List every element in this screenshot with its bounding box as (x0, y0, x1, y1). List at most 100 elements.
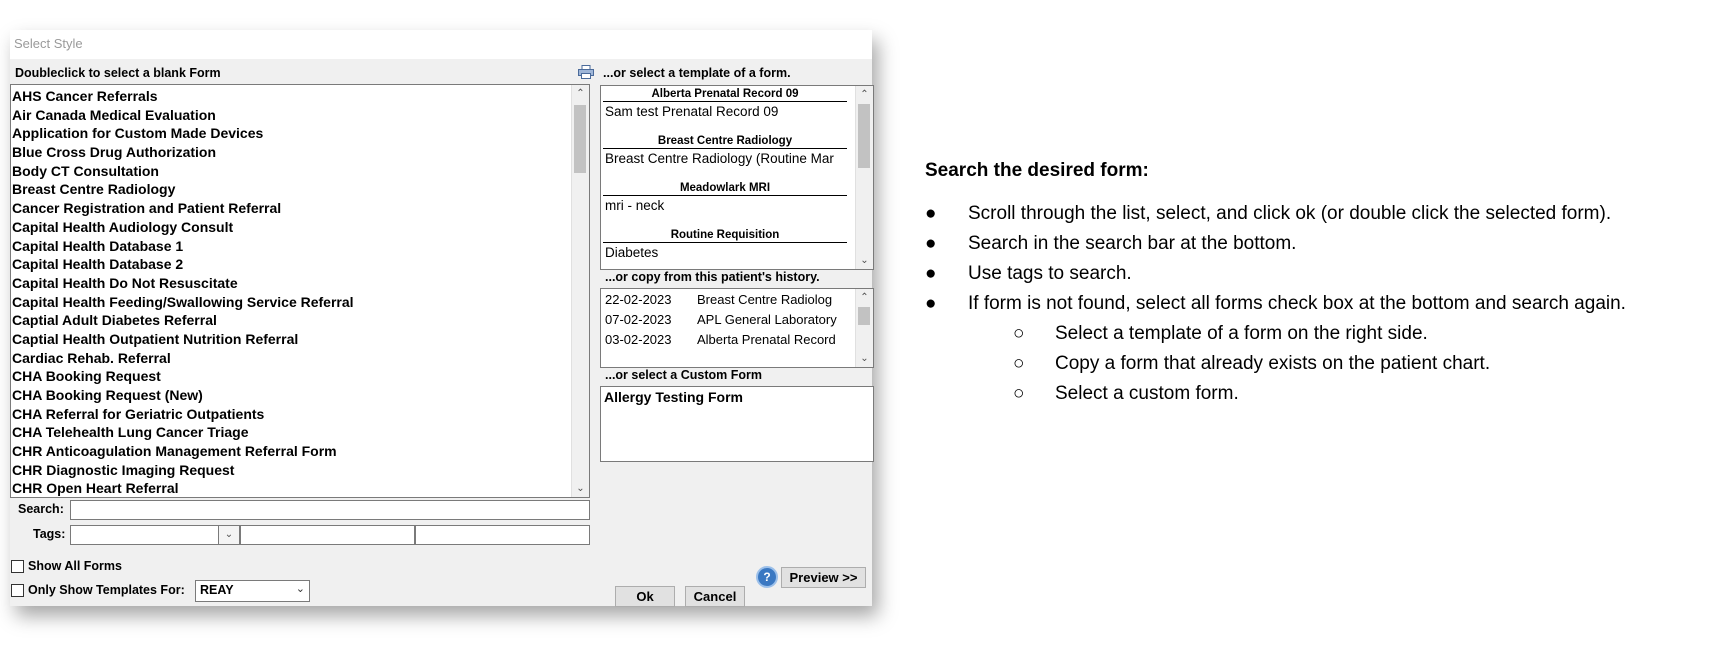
blank-form-list[interactable]: AHS Cancer Referrals Air Canada Medical E… (10, 84, 590, 498)
bullet-icon: ● (925, 233, 937, 254)
provider-select[interactable]: REAY ⌄ (195, 580, 310, 602)
tags-label: Tags: (33, 527, 66, 541)
scroll-up-icon[interactable]: ⌃ (856, 86, 873, 103)
history-list[interactable]: 22-02-2023 Breast Centre Radiolog 07-02-2… (600, 288, 874, 368)
help-icon[interactable]: ? (756, 566, 778, 588)
scroll-thumb[interactable] (858, 307, 870, 325)
form-list-item[interactable]: Capital Health Database 2 (12, 255, 354, 274)
template-item[interactable]: mri - neck (603, 196, 847, 216)
history-header: ...or copy from this patient's history. (605, 270, 820, 284)
cancel-button[interactable]: Cancel (685, 586, 745, 607)
form-list-item[interactable]: CHA Telehealth Lung Cancer Triage (12, 423, 354, 442)
form-list-item[interactable]: Capital Health Audiology Consult (12, 218, 354, 237)
form-list-item[interactable]: Blue Cross Drug Authorization (12, 143, 354, 162)
form-list-item[interactable]: CHR Open Heart Referral (12, 479, 354, 497)
preview-button[interactable]: Preview >> (781, 567, 866, 588)
form-list-item[interactable]: Air Canada Medical Evaluation (12, 106, 354, 125)
tags-combo[interactable]: ⌄ (70, 525, 240, 545)
form-list-item[interactable]: CHA Referral for Geriatric Outpatients (12, 405, 354, 424)
history-date: 22-02-2023 (605, 292, 672, 307)
search-label: Search: (18, 502, 64, 516)
scroll-up-icon[interactable]: ⌃ (572, 85, 589, 102)
instructions: Search the desired form: ● Scroll through… (925, 160, 1730, 409)
history-form: APL General Laboratory (697, 312, 837, 327)
history-row[interactable]: 07-02-2023 APL General Laboratory (605, 312, 837, 327)
form-list-item[interactable]: Capital Health Do Not Resuscitate (12, 274, 354, 293)
template-item[interactable]: Diabetes (603, 243, 847, 263)
custom-form-header: ...or select a Custom Form (605, 368, 762, 382)
instruction-text: If form is not found, select all forms c… (968, 293, 1626, 314)
circle-bullet-icon: ○ (1013, 353, 1025, 374)
history-row[interactable]: 22-02-2023 Breast Centre Radiolog (605, 292, 832, 307)
chevron-down-icon[interactable]: ⌄ (218, 526, 239, 544)
form-list-item[interactable]: AHS Cancer Referrals (12, 87, 354, 106)
bullet-icon: ● (925, 203, 937, 224)
form-list-item[interactable]: Captial Adult Diabetes Referral (12, 311, 354, 330)
scroll-down-icon[interactable]: ⌄ (856, 252, 873, 269)
scroll-up-icon[interactable]: ⌃ (856, 289, 873, 306)
bullet-icon: ● (925, 263, 937, 284)
chevron-down-icon[interactable]: ⌄ (296, 582, 305, 595)
template-group: Alberta Prenatal Record 09 Sam test Pren… (603, 87, 847, 122)
dialog-title: Select Style (14, 36, 83, 51)
tag-input-2[interactable] (240, 525, 415, 545)
form-list-item[interactable]: Capital Health Feeding/Swallowing Servic… (12, 293, 354, 312)
history-date: 07-02-2023 (605, 312, 672, 327)
form-list-item[interactable]: Breast Centre Radiology (12, 180, 354, 199)
template-group-name: Alberta Prenatal Record 09 (603, 87, 847, 102)
dialog-titlebar: Select Style (10, 30, 872, 59)
printer-icon[interactable] (578, 65, 594, 79)
search-input[interactable] (70, 500, 590, 520)
template-group: Breast Centre Radiology Breast Centre Ra… (603, 134, 847, 169)
instruction-text: Scroll through the list, select, and cli… (968, 203, 1612, 224)
instruction-bullet: ● Search in the search bar at the bottom. (925, 229, 1730, 259)
form-list-item[interactable]: CHA Booking Request (12, 367, 354, 386)
template-group: Routine Requisition Diabetes (603, 228, 847, 263)
only-show-templates-label: Only Show Templates For: (28, 583, 185, 597)
template-list[interactable]: Alberta Prenatal Record 09 Sam test Pren… (600, 85, 874, 270)
scroll-down-icon[interactable]: ⌄ (572, 480, 589, 497)
only-show-templates-checkbox[interactable] (11, 584, 24, 597)
tag-input-3[interactable] (415, 525, 590, 545)
show-all-forms-label: Show All Forms (28, 559, 122, 573)
bullet-icon: ● (925, 293, 937, 314)
form-list-item[interactable]: Cardiac Rehab. Referral (12, 349, 354, 368)
circle-bullet-icon: ○ (1013, 323, 1025, 344)
select-style-dialog: Select Style Doubleclick to select a bla… (10, 30, 874, 607)
form-list-item[interactable]: Captial Health Outpatient Nutrition Refe… (12, 330, 354, 349)
template-group-name: Meadowlark MRI (603, 181, 847, 196)
form-list-item[interactable]: Application for Custom Made Devices (12, 124, 354, 143)
form-list-item[interactable]: CHA Booking Request (New) (12, 386, 354, 405)
form-list-item[interactable]: Cancer Registration and Patient Referral (12, 199, 354, 218)
form-list-scrollbar[interactable]: ⌃ ⌄ (571, 85, 589, 497)
instruction-sub-text: Select a template of a form on the right… (1055, 323, 1428, 344)
history-date: 03-02-2023 (605, 332, 672, 347)
template-group-name: Routine Requisition (603, 228, 847, 243)
instructions-heading: Search the desired form: (925, 160, 1149, 181)
show-all-forms-checkbox[interactable] (11, 560, 24, 573)
template-header: ...or select a template of a form. (603, 66, 791, 80)
instruction-text: Use tags to search. (968, 263, 1132, 284)
form-list-item[interactable]: CHR Diagnostic Imaging Request (12, 461, 354, 480)
form-list-item[interactable]: Capital Health Database 1 (12, 237, 354, 256)
form-list-item[interactable]: Body CT Consultation (12, 162, 354, 181)
history-form: Breast Centre Radiolog (697, 292, 833, 307)
ok-button[interactable]: Ok (615, 586, 675, 607)
instruction-text: Search in the search bar at the bottom. (968, 233, 1297, 254)
history-row[interactable]: 03-02-2023 Alberta Prenatal Record (605, 332, 836, 347)
template-group: Meadowlark MRI mri - neck (603, 181, 847, 216)
template-list-scrollbar[interactable]: ⌃ ⌄ (855, 86, 873, 269)
instruction-sub-bullet: ○ Select a template of a form on the righ… (925, 319, 1730, 349)
scroll-down-icon[interactable]: ⌄ (856, 350, 873, 367)
instruction-bullet: ● Scroll through the list, select, and cl… (925, 199, 1730, 229)
instruction-sub-bullet: ○ Copy a form that already exists on the … (925, 349, 1730, 379)
scroll-thumb[interactable] (574, 105, 586, 173)
custom-form-list[interactable]: Allergy Testing Form (600, 386, 874, 462)
template-item[interactable]: Sam test Prenatal Record 09 (603, 102, 847, 122)
history-scrollbar[interactable]: ⌃ ⌄ (855, 289, 873, 367)
custom-form-item[interactable]: Allergy Testing Form (604, 389, 743, 405)
form-list-item[interactable]: CHR Anticoagulation Management Referral … (12, 442, 354, 461)
template-item[interactable]: Breast Centre Radiology (Routine Mar (603, 149, 847, 169)
scroll-thumb[interactable] (858, 104, 870, 168)
blank-form-header: Doubleclick to select a blank Form (15, 66, 221, 80)
